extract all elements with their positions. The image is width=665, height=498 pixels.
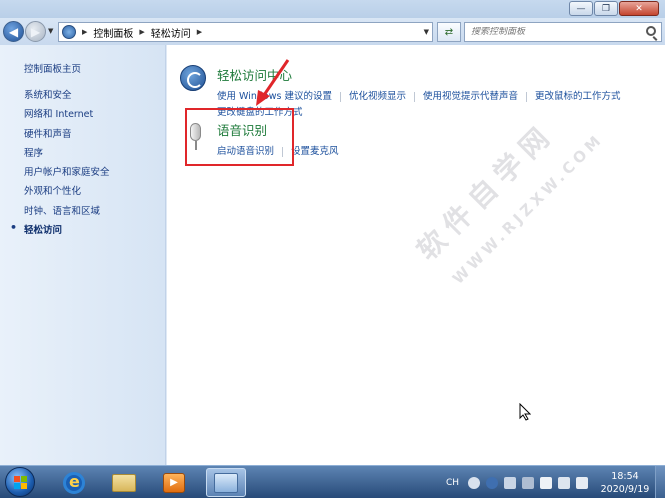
flag-icon[interactable] xyxy=(540,476,552,489)
sidebar-item-system-security[interactable]: 系统和安全 xyxy=(24,87,110,106)
chevron-right-icon[interactable]: ▶ xyxy=(82,28,87,36)
sidebar-item-user-accounts[interactable]: 用户帐户和家庭安全 xyxy=(24,164,110,183)
link-divider xyxy=(525,91,527,102)
windows-logo-icon xyxy=(13,475,20,482)
control-panel-icon xyxy=(62,25,76,39)
search-icon[interactable] xyxy=(646,26,656,36)
breadcrumb-ease-of-access[interactable]: 轻松访问 xyxy=(151,25,191,40)
sidebar-item-ease-of-access[interactable]: 轻松访问 xyxy=(10,221,110,241)
address-bar[interactable]: ▶ 控制面板 ▶ 轻松访问 ▶ ▼ xyxy=(58,22,433,42)
link-divider xyxy=(339,91,341,102)
sidebar-home-link[interactable]: 控制面板主页 xyxy=(24,61,81,75)
highlight-box xyxy=(185,108,294,166)
search-input[interactable] xyxy=(465,27,635,37)
settings-icon[interactable] xyxy=(504,476,516,489)
chevron-right-icon[interactable]: ▶ xyxy=(197,28,202,36)
clock-time: 18:54 xyxy=(611,470,639,482)
network-icon[interactable] xyxy=(558,476,570,489)
ease-of-access-icon[interactable] xyxy=(180,65,206,91)
window-controls: — ❐ ✕ xyxy=(568,1,659,16)
taskbar-control-panel[interactable] xyxy=(206,468,246,497)
link-visual-cues[interactable]: 使用视觉提示代替声音 xyxy=(423,91,518,102)
show-desktop-button[interactable] xyxy=(655,466,665,498)
forward-arrow-icon: ▶ xyxy=(30,24,41,39)
link-mouse-settings[interactable]: 更改鼠标的工作方式 xyxy=(535,91,621,102)
breadcrumb-control-panel[interactable]: 控制面板 xyxy=(93,25,133,40)
sidebar-item-appearance[interactable]: 外观和个性化 xyxy=(24,183,110,202)
clock[interactable]: 18:54 2020/9/19 xyxy=(595,470,655,496)
taskbar-file-explorer[interactable] xyxy=(104,468,144,497)
input-method-icon[interactable] xyxy=(468,476,480,489)
sidebar: 控制面板主页 系统和安全 网络和 Internet 硬件和声音 程序 用户帐户和… xyxy=(0,45,166,465)
link-setup-microphone[interactable]: 设置麦克风 xyxy=(291,146,339,157)
minimize-button[interactable]: — xyxy=(569,1,593,16)
media-player-icon: ▶ xyxy=(163,472,185,493)
chevron-right-icon[interactable]: ▶ xyxy=(139,28,144,36)
language-indicator[interactable]: CH xyxy=(446,478,459,488)
start-button[interactable] xyxy=(5,467,35,497)
chevron-up-icon[interactable] xyxy=(522,476,534,489)
volume-icon[interactable] xyxy=(576,476,588,489)
system-tray: CH 18:54 2020/9/19 xyxy=(446,466,665,498)
refresh-button[interactable]: ⇄ xyxy=(437,22,461,42)
taskbar-media-player[interactable]: ▶ xyxy=(154,468,194,497)
sidebar-item-network[interactable]: 网络和 Internet xyxy=(24,106,110,125)
sidebar-item-clock-region[interactable]: 时钟、语言和区域 xyxy=(24,203,110,222)
help-icon[interactable] xyxy=(486,476,498,489)
sidebar-item-programs[interactable]: 程序 xyxy=(24,145,110,164)
main-pane: 轻松访问中心 使用 Windows 建议的设置 优化视频显示 使用视觉提示代替声音更… xyxy=(167,45,665,465)
annotation-arrow xyxy=(256,59,290,106)
sidebar-item-hardware-sound[interactable]: 硬件和声音 xyxy=(24,126,110,145)
link-divider xyxy=(413,91,415,102)
internet-explorer-icon xyxy=(63,471,85,494)
title-bar: — ❐ ✕ xyxy=(0,0,665,18)
taskbar: ▶ CH 18:54 2020/9/19 xyxy=(0,465,665,498)
back-arrow-icon: ◀ xyxy=(8,24,19,39)
navigation-bar: ◀ ▶ ▼ ▶ 控制面板 ▶ 轻松访问 ▶ ▼ ⇄ xyxy=(0,18,665,45)
windows-logo-icon xyxy=(20,482,27,489)
windows-logo-icon xyxy=(13,482,20,489)
folder-icon xyxy=(112,473,136,492)
back-button[interactable]: ◀ xyxy=(3,21,24,42)
taskbar-internet-explorer[interactable] xyxy=(54,468,94,497)
address-dropdown-icon[interactable]: ▼ xyxy=(424,28,429,36)
maximize-button[interactable]: ❐ xyxy=(594,1,618,16)
sidebar-category-list: 系统和安全 网络和 Internet 硬件和声音 程序 用户帐户和家庭安全 外观… xyxy=(10,87,110,241)
link-optimize-display[interactable]: 优化视频显示 xyxy=(349,91,406,102)
recent-pages-dropdown[interactable]: ▼ xyxy=(48,27,53,35)
windows-logo-icon xyxy=(20,475,27,482)
refresh-icon: ⇄ xyxy=(444,26,454,38)
forward-button[interactable]: ▶ xyxy=(25,21,46,42)
search-box[interactable] xyxy=(464,22,662,42)
clock-date: 2020/9/19 xyxy=(600,483,650,495)
mouse-cursor-icon xyxy=(519,403,531,421)
control-panel-icon xyxy=(214,472,238,493)
close-button[interactable]: ✕ xyxy=(619,1,659,16)
